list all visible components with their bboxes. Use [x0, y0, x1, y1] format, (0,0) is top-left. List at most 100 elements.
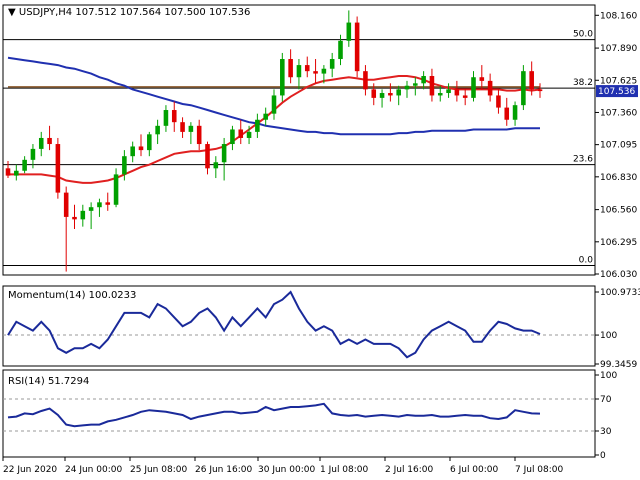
candle: [196, 119, 202, 151]
candle-body: [504, 107, 510, 120]
candle: [462, 89, 468, 106]
candle: [496, 89, 501, 114]
candle: [80, 204, 86, 227]
osc-line: [7, 402, 541, 428]
candle: [14, 164, 19, 181]
time-tick-label: 24 Jun 00:00: [65, 465, 122, 475]
price-axis: 108.160 107.890 107.625 107.360 107.095 106.8…: [595, 11, 637, 280]
candle-body: [238, 129, 244, 138]
candle-body: [462, 95, 468, 98]
rsi-panel-frame: [2, 369, 596, 458]
candle: [55, 137, 61, 199]
time-tick-label: 6 Jul 00:00: [450, 465, 499, 475]
candle: [105, 192, 111, 211]
candle: [188, 122, 194, 145]
candle-body: [138, 146, 144, 151]
candle-body: [188, 125, 194, 132]
candle-body: [196, 125, 202, 145]
candle: [471, 71, 476, 102]
candle-body: [30, 148, 36, 160]
candle-body: [537, 89, 543, 92]
price-tick-label: 107.095: [600, 141, 637, 151]
candle-body: [221, 144, 227, 163]
candle-body: [288, 59, 293, 78]
momentum-label: Momentum(14) 100.0233: [8, 290, 136, 301]
candle-body: [487, 80, 493, 96]
candle-body: [396, 89, 401, 96]
candle: [171, 101, 177, 132]
candle: [271, 89, 277, 120]
candle-body: [421, 76, 426, 84]
rsi-line: [7, 402, 541, 428]
time-tick-label: 30 Jun 00:00: [258, 465, 315, 475]
candle-body: [171, 110, 177, 123]
osc-tick-label: 30: [600, 427, 612, 437]
candle-body: [105, 202, 111, 205]
osc-tick-label: 100.9733: [600, 288, 640, 298]
fib-label: 38.2: [573, 78, 593, 88]
candle-body: [363, 71, 368, 90]
candle-body: [246, 131, 252, 138]
time-tick-label: 7 Jul 08:00: [515, 465, 564, 475]
candle: [130, 141, 135, 163]
time-tick-label: 26 Jun 16:00: [195, 465, 252, 475]
candle-body: [55, 144, 61, 193]
candle-body: [263, 113, 268, 120]
candle: [205, 141, 210, 175]
price-tick-label: 106.560: [600, 206, 637, 216]
chart-title: ▼ USDJPY,H4 107.512 107.564 107.500 107.…: [8, 7, 250, 18]
osc-tick-label: 0: [600, 451, 606, 461]
candle-body: [22, 159, 27, 171]
candles: [5, 10, 543, 272]
fib-label: 50.0: [573, 30, 593, 40]
candle-body: [213, 162, 219, 169]
candle: [296, 59, 302, 90]
osc-tick-label: 100: [600, 371, 617, 381]
candle: [47, 125, 52, 151]
time-tick-label: 2 Jul 16:00: [385, 465, 434, 475]
time-tick-label: 25 Jun 08:00: [130, 465, 187, 475]
candle-body: [72, 216, 77, 220]
current-price-marker: 107.536: [596, 85, 638, 98]
candle: [512, 101, 518, 126]
candle-body: [80, 210, 86, 220]
candle: [263, 107, 268, 126]
candle-body: [313, 71, 318, 74]
candle-body: [63, 192, 69, 217]
osc-line: [7, 290, 541, 359]
candle-body: [296, 65, 302, 78]
candle-body: [113, 174, 119, 205]
candle-body: [388, 93, 393, 96]
candle-body: [371, 89, 377, 98]
candle-body: [5, 168, 11, 176]
candle-body: [437, 93, 443, 96]
candle-body: [14, 170, 19, 176]
candle-body: [163, 110, 169, 126]
candle: [521, 65, 526, 111]
momentum-line: [7, 290, 541, 359]
candle-body: [321, 68, 327, 74]
candle: [88, 202, 94, 230]
candle-body: [97, 202, 102, 208]
price-tick-label: 106.295: [600, 238, 637, 248]
time-axis: 22 Jun 2020 24 Jun 00:00 25 Jun 08:00 26 Ju…: [2, 457, 564, 475]
candle-body: [496, 95, 501, 108]
candle: [354, 16, 360, 78]
candle-body: [346, 22, 352, 41]
candle-body: [130, 146, 135, 157]
candle: [404, 80, 410, 98]
candle: [363, 65, 368, 96]
candle-body: [354, 22, 360, 72]
price-tick-label: 106.830: [600, 173, 637, 183]
candle-body: [512, 105, 518, 120]
candle-body: [271, 95, 277, 114]
rsi-label: RSI(14) 51.7294: [8, 376, 89, 387]
price-panel-frame: [2, 4, 596, 276]
candle: [113, 168, 119, 208]
candle-body: [122, 156, 127, 175]
fib-label: 0.0: [579, 255, 594, 265]
candle-body: [255, 119, 260, 132]
candle: [255, 113, 260, 138]
candle-body: [404, 85, 410, 90]
candle: [313, 59, 318, 84]
